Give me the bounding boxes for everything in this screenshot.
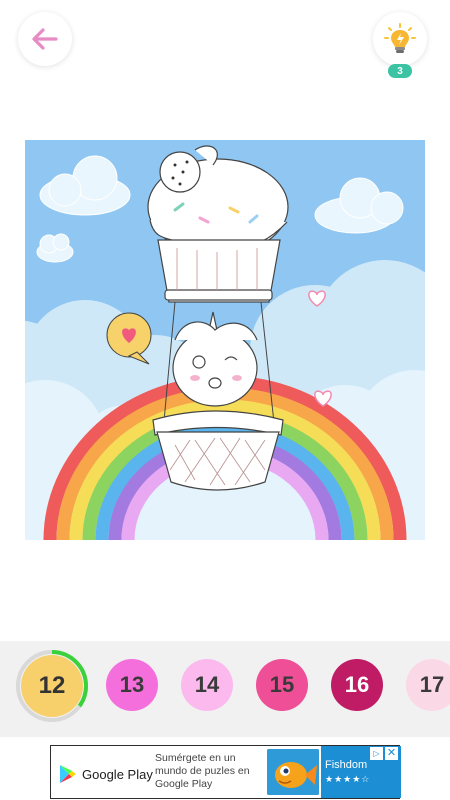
google-play-badge: Google Play [59,764,153,784]
color-swatch-14[interactable]: 14 [181,659,233,711]
lightbulb-icon [384,23,416,53]
google-play-icon [60,765,76,783]
ad-close-icon[interactable]: ✕ [385,747,398,760]
fish-icon [267,749,319,795]
ad-banner[interactable]: Google Play Sumérgete en un mundo de puz… [50,745,401,799]
ad-info-icon[interactable]: ▷ [370,747,383,760]
ad-text: Sumérgete en un mundo de puzles en Googl… [155,752,250,790]
coloring-canvas[interactable] [25,140,425,540]
ad-app-name: Fishdom [325,759,368,771]
color-palette: 12 13 14 15 16 17 [0,641,450,737]
google-play-label: Google Play [82,766,153,782]
back-button[interactable] [18,12,72,66]
color-swatch-17[interactable]: 17 [406,659,450,711]
coloring-artwork [25,140,425,540]
color-swatch-16[interactable]: 16 [331,659,383,711]
hint-button[interactable] [373,12,427,66]
ad-rating-stars: ★★★★☆ [325,774,371,784]
ad-app-thumbnail [267,749,319,795]
color-swatch-13[interactable]: 13 [106,659,158,711]
arrow-left-icon [32,28,58,50]
color-swatch-15[interactable]: 15 [256,659,308,711]
color-swatch-12[interactable]: 12 [21,655,83,717]
hint-count-badge: 3 [388,64,412,78]
coloring-screen: 3 12 13 14 15 16 17 Google Play Sumérget… [0,0,450,800]
